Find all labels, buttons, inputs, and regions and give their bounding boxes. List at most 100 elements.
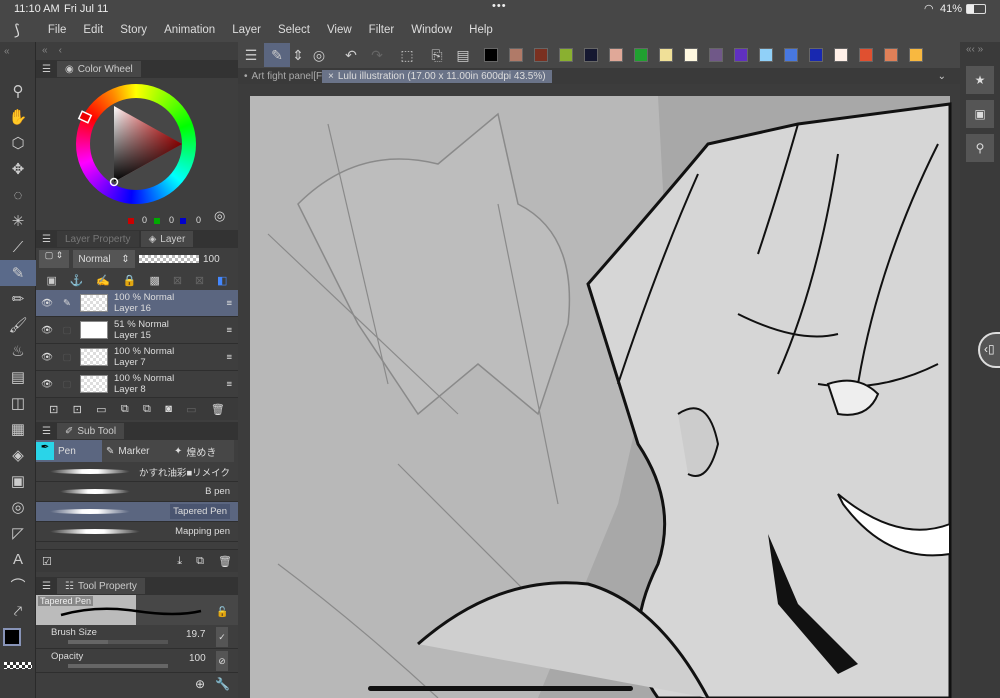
undo-icon[interactable]: ↶ [338, 43, 364, 67]
menu-layer[interactable]: Layer [232, 24, 261, 36]
duplicate-sub-tool-icon[interactable]: ⧉ [196, 555, 204, 568]
layer-color-icon[interactable]: ◧ [217, 274, 227, 287]
layer-check-icon[interactable]: ▢ [58, 325, 76, 336]
sub-tool-item[interactable]: B pen [36, 482, 238, 502]
layer-check-icon[interactable]: ▢ [58, 379, 76, 390]
pen-tool-icon[interactable]: ✎ [0, 260, 36, 286]
tab-art-fight-panel[interactable]: • Art fight panel[F [238, 71, 322, 82]
collapse-icon[interactable]: « [0, 42, 35, 78]
close-tab-icon[interactable]: × [328, 71, 334, 82]
menu-animation[interactable]: Animation [164, 24, 215, 36]
panel-menu-icon[interactable]: ☰ [42, 234, 51, 245]
palette-swatch[interactable] [534, 48, 548, 62]
palette-swatch[interactable] [634, 48, 648, 62]
menu-view[interactable]: View [327, 24, 352, 36]
palette-swatch[interactable] [559, 48, 573, 62]
material-icon[interactable]: ★ [966, 66, 994, 94]
mode-toggle-icon[interactable]: ⇕ [290, 43, 306, 67]
lock-transparency-icon[interactable]: ▩ [150, 274, 160, 287]
unlock-icon[interactable]: 🔓 [216, 607, 228, 618]
clip-studio-logo-icon[interactable]: ⟆ [14, 21, 20, 39]
panel-menu-icon[interactable]: ☰ [42, 581, 51, 592]
magic-wand-icon[interactable]: ✳ [0, 208, 36, 234]
sub-tool-item[interactable]: かすれ油彩■リメイク [36, 462, 238, 482]
pencil-tool-icon[interactable]: ✏ [0, 286, 36, 312]
move-tool-icon[interactable]: ✥ [0, 156, 36, 182]
home-indicator[interactable] [368, 686, 633, 691]
brush-size-dynamics-icon[interactable]: ✓ [216, 627, 228, 647]
palette-swatch[interactable] [884, 48, 898, 62]
mask-enable-icon[interactable]: ⊠ [173, 274, 182, 287]
main-color-swatch[interactable] [3, 628, 21, 646]
panel-menu-icon[interactable]: ☰ [42, 64, 51, 75]
clip-layer-icon[interactable]: ▣ [46, 274, 56, 287]
palette-swatch[interactable] [859, 48, 873, 62]
decoration-tool-icon[interactable]: ▤ [0, 364, 36, 390]
palette-swatch[interactable] [609, 48, 623, 62]
brush-size-value[interactable]: 19.7 [186, 629, 205, 640]
import-sub-tool-icon[interactable]: ⤓ [177, 555, 182, 568]
multitask-dots-icon[interactable]: ••• [492, 0, 507, 12]
merge-down-icon[interactable]: ⧉ [143, 403, 151, 416]
apply-mask-icon[interactable]: ▭ [186, 403, 196, 416]
opacity-slider[interactable] [68, 664, 168, 668]
palette-swatch[interactable] [809, 48, 823, 62]
draft-layer-icon[interactable]: ✍ [96, 274, 110, 287]
lasso-tool-icon[interactable]: ◌ [0, 182, 36, 208]
palette-swatch[interactable] [784, 48, 798, 62]
hand-tool-icon[interactable]: ✋ [0, 104, 36, 130]
ruler-enable-icon[interactable]: ⊠ [195, 274, 204, 287]
sub-tool-detail-icon[interactable]: 🔧 [215, 677, 230, 691]
palette-swatch[interactable] [584, 48, 598, 62]
ruler-tool-icon[interactable]: ◸ [0, 520, 36, 546]
navigator-icon[interactable]: ▣ [966, 100, 994, 128]
sub-tool-item[interactable]: Tapered Pen [36, 502, 238, 522]
menu-select[interactable]: Select [278, 24, 310, 36]
tab-sub-tool[interactable]: ✐ Sub Tool [56, 423, 125, 439]
layer-item[interactable]: 👁 ▢ 51 % Normal Layer 15 ≡ [36, 317, 238, 344]
drawing-canvas[interactable] [238, 84, 960, 698]
new-folder-icon[interactable]: ▭ [96, 403, 106, 416]
palette-swatch[interactable] [684, 48, 698, 62]
menu-filter[interactable]: Filter [369, 24, 395, 36]
group-pen[interactable]: ✒ Pen [36, 440, 102, 462]
tab-layer[interactable]: ◈ Layer [140, 231, 194, 247]
opacity-value[interactable]: 100 [189, 653, 206, 664]
brush-size-slider[interactable] [68, 640, 168, 644]
menu-file[interactable]: File [48, 24, 67, 36]
layer-item[interactable]: 👁 ▢ 100 % Normal Layer 7 ≡ [36, 344, 238, 371]
new-vector-layer-icon[interactable]: ⊡ [73, 403, 82, 416]
drag-handle-icon[interactable]: ≡ [226, 352, 238, 363]
brush-tool-icon[interactable]: 🖌 [0, 312, 36, 338]
palette-swatch[interactable] [509, 48, 523, 62]
panel-menu-icon[interactable]: ☰ [42, 426, 51, 437]
delete-sub-tool-icon[interactable]: 🗑 [218, 555, 232, 568]
layer-item[interactable]: 👁 ✎ 100 % Normal Layer 16 ≡ [36, 290, 238, 317]
saturation-triangle[interactable] [76, 84, 196, 204]
redo-icon[interactable]: ↷ [364, 43, 390, 67]
edit-mode-icon[interactable]: ✎ [264, 43, 290, 67]
figure-tool-icon[interactable]: ◎ [0, 494, 36, 520]
sub-tool-item[interactable]: Mapping pen [36, 522, 238, 542]
blend-tool-icon[interactable]: ▦ [0, 416, 36, 442]
transparent-color-swatch[interactable] [4, 662, 32, 669]
palette-swatch[interactable] [659, 48, 673, 62]
menu-window[interactable]: Window [411, 24, 452, 36]
layer-opacity-value[interactable]: 100 [203, 254, 220, 265]
register-preset-icon[interactable]: ⊕ [195, 677, 205, 691]
tab-tool-property[interactable]: ☷ Tool Property [56, 578, 145, 594]
opacity-dynamics-icon[interactable]: ⊘ [216, 651, 228, 671]
transform-icon[interactable]: ⬚ [394, 43, 420, 67]
text-tool-icon[interactable]: A [0, 546, 36, 572]
palette-swatch[interactable] [834, 48, 848, 62]
drag-handle-icon[interactable]: ≡ [226, 325, 238, 336]
reference-layer-icon[interactable]: ⚓ [70, 274, 84, 287]
layer-check-icon[interactable]: ▢ [58, 352, 76, 363]
quick-access-panel-icon[interactable]: ⚲ [966, 134, 994, 162]
palette-swatch[interactable] [709, 48, 723, 62]
drag-handle-icon[interactable]: ≡ [226, 298, 238, 309]
eraser-tool-icon[interactable]: ◫ [0, 390, 36, 416]
group-marker[interactable]: ✎ Marker [102, 440, 168, 462]
menu-help[interactable]: Help [469, 24, 493, 36]
blend-mode-dropdown[interactable]: Normal ⇕ [73, 250, 135, 268]
